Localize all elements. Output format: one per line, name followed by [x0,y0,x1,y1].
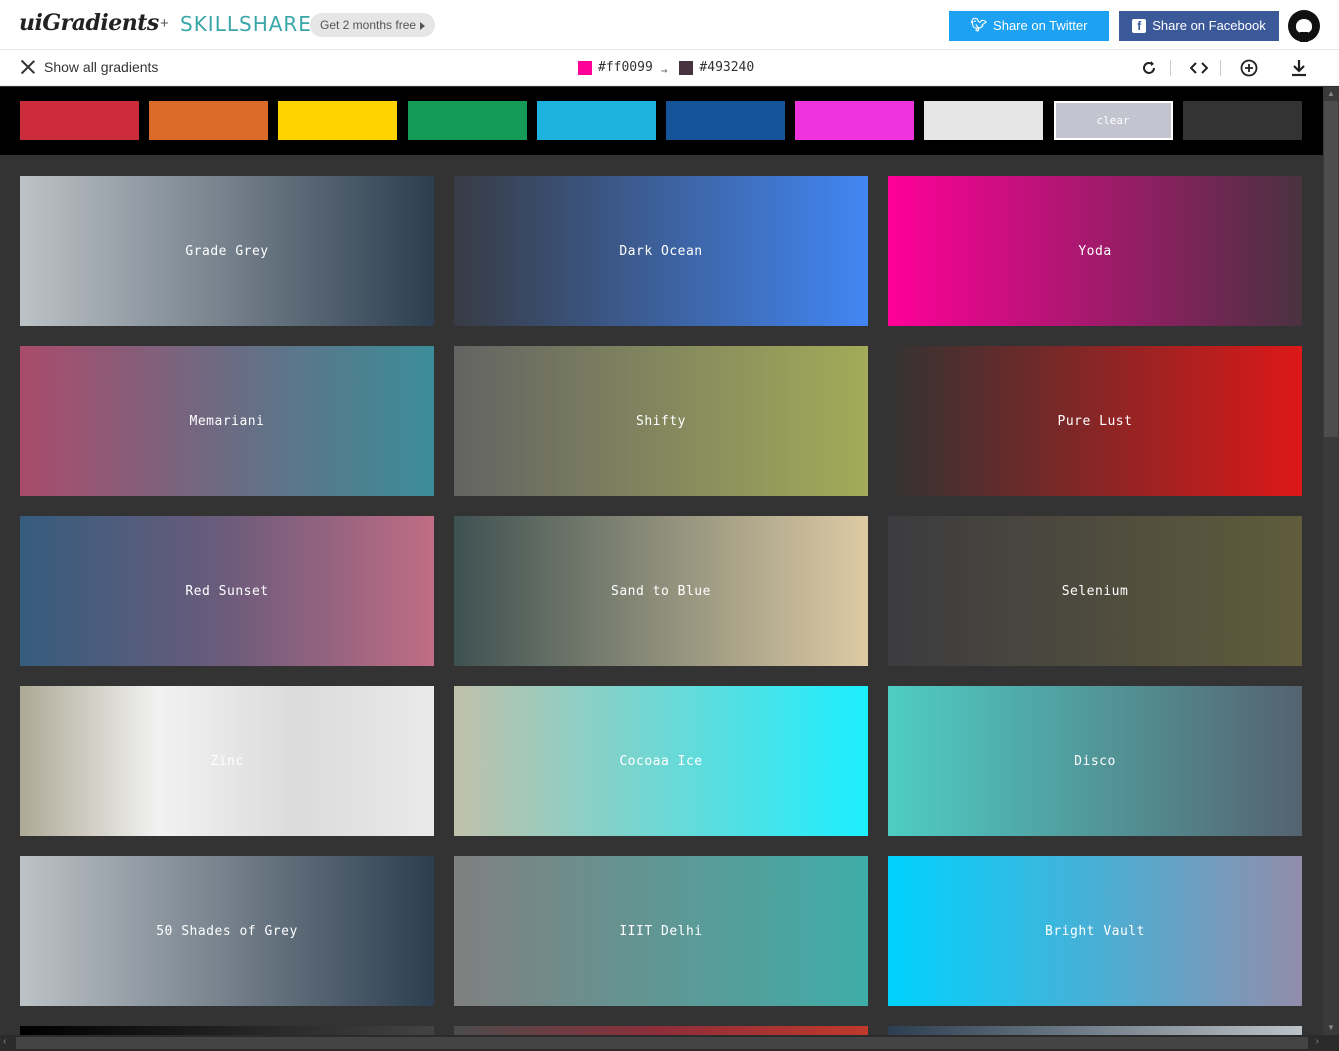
gradient-card-name: Shifty [636,413,686,429]
gradient-card-name: Yoda [1078,243,1112,259]
toolbar-divider [1170,60,1171,76]
gradient-card-name: Cocoaa Ice [619,753,703,769]
color-filter-swatch[interactable] [795,101,915,140]
promo-label: Get 2 months free [320,18,417,32]
gradient-card[interactable]: Cocoaa Ice [454,686,868,836]
horizontal-scrollbar[interactable]: ‹ › [0,1035,1339,1051]
color-filter-swatch[interactable] [1182,101,1302,140]
code-icon[interactable] [1189,58,1209,78]
plus-sign: + [160,15,169,32]
scroll-down-icon[interactable]: ▼ [1323,1021,1339,1035]
add-icon[interactable] [1239,58,1259,78]
arrow-right-icon: → [660,64,668,77]
gradient-card-name: Bright Vault [1045,923,1145,939]
toolbar-divider [1220,60,1221,76]
gradient-card[interactable]: Bright Vault [888,856,1302,1006]
gradient-card[interactable]: Grade Grey [20,176,434,326]
gradient-card-name: Zinc [210,753,244,769]
filter-clear-label: clear [1096,114,1130,127]
gradient-info-bar: Show all gradients #ff0099 → #493240 [0,50,1339,86]
show-all-gradients-button[interactable]: Show all gradients [20,59,158,75]
gradient-card[interactable]: Shifty [454,346,868,496]
color-from-hex[interactable]: #ff0099 [598,60,653,75]
download-icon[interactable] [1289,58,1309,78]
gradient-card-name: IIIT Delhi [619,923,703,939]
facebook-icon: f [1132,19,1147,33]
gradient-card[interactable]: Pure Lust [888,346,1302,496]
share-twitter-button[interactable]: 🐦︎ Share on Twitter [949,11,1109,41]
color-filter-swatch[interactable] [278,101,398,140]
twitter-icon: 🐦︎ [970,18,988,33]
color-filter-swatch[interactable] [407,101,527,140]
show-all-label: Show all gradients [44,59,159,75]
gradient-card[interactable]: Disco [888,686,1302,836]
rotate-icon[interactable] [1139,58,1159,78]
skillshare-logo[interactable]: SKILLSHARE [180,12,312,36]
color-filter-swatch[interactable] [149,101,269,140]
color-filter-swatch[interactable] [666,101,785,140]
scrollbar-thumb[interactable] [1324,101,1338,437]
top-header: uiGradients + SKILLSHARE Get 2 months fr… [0,0,1339,50]
gradient-card[interactable]: Sand to Blue [454,516,868,666]
gradient-card[interactable] [20,1026,434,1035]
color-filter-swatch[interactable] [20,101,139,140]
gradient-card[interactable]: Zinc [20,686,434,836]
vertical-scrollbar[interactable]: ▲ ▼ [1323,87,1339,1035]
gradient-card-name: Grade Grey [185,243,269,259]
gradient-card[interactable]: Dark Ocean [454,176,868,326]
scroll-up-icon[interactable]: ▲ [1323,87,1339,101]
filter-clear-button[interactable]: clear [1053,101,1173,140]
gradient-card[interactable]: 50 Shades of Grey [20,856,434,1006]
gradient-card-name: Sand to Blue [611,583,711,599]
gradient-card[interactable] [888,1026,1302,1035]
uigradients-logo[interactable]: uiGradients [19,10,159,36]
gradient-card-name: 50 Shades of Grey [156,923,298,939]
gradient-card[interactable]: Memariani [20,346,434,496]
color-filter-bar: clear [0,87,1323,155]
color-filter-swatch[interactable] [924,101,1044,140]
share-facebook-button[interactable]: f Share on Facebook [1119,11,1279,41]
gradient-card-name: Red Sunset [185,583,269,599]
share-twitter-label: Share on Twitter [993,18,1088,33]
gradient-card[interactable]: Red Sunset [20,516,434,666]
promo-badge[interactable]: Get 2 months free [310,13,436,37]
github-icon[interactable] [1288,10,1320,42]
gradient-card-name: Pure Lust [1057,413,1133,429]
gradient-card-name: Dark Ocean [619,243,703,259]
close-icon [20,59,36,75]
gradient-card[interactable]: Selenium [888,516,1302,666]
color-filter-swatch[interactable] [536,101,656,140]
share-facebook-label: Share on Facebook [1152,18,1266,33]
caret-right-icon [420,21,426,30]
scrollbar-thumb[interactable] [16,1037,1308,1049]
gradient-card-name: Memariani [189,413,265,429]
gradient-card-name: Selenium [1061,583,1129,599]
gradient-colors: #ff0099 → #493240 [578,60,754,77]
scroll-left-icon[interactable]: ‹ [3,1036,6,1047]
color-from-swatch [578,60,592,75]
color-to-swatch [679,60,694,75]
gradient-card[interactable] [454,1026,868,1035]
gradient-card[interactable]: Yoda [888,176,1302,326]
color-to-hex[interactable]: #493240 [699,60,754,75]
gradient-card-name: Disco [1074,753,1116,769]
gradient-card[interactable]: IIIT Delhi [454,856,868,1006]
scroll-right-icon[interactable]: › [1316,1036,1319,1047]
